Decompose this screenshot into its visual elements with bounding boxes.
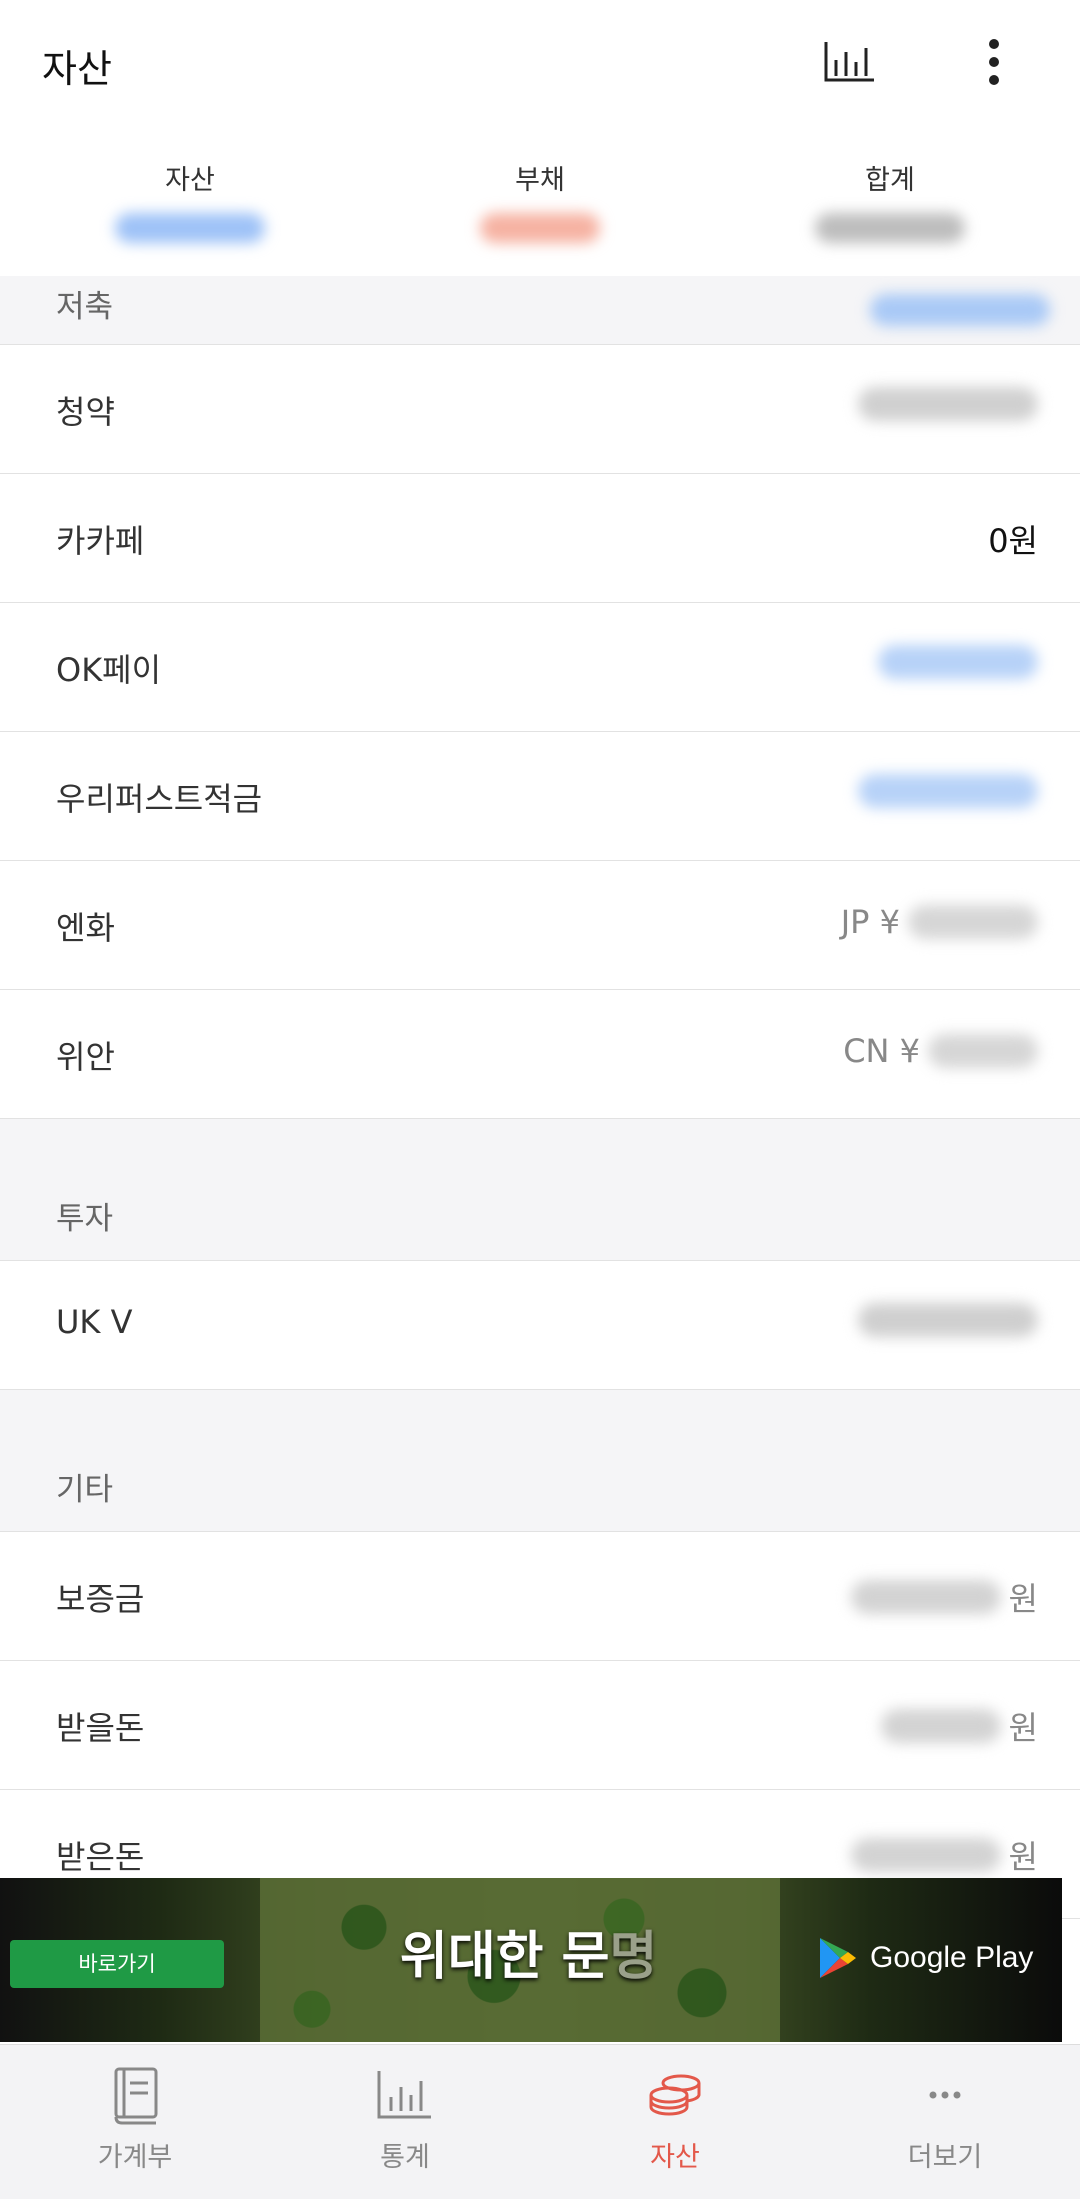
summary-liabilities: 부채 (360, 158, 720, 247)
summary-assets: 자산 (10, 158, 370, 247)
page-title: 자산 (42, 47, 112, 91)
account-name: 보증금 (56, 1580, 145, 1618)
nav-assets[interactable]: 자산 (575, 2065, 775, 2174)
more-vertical-icon[interactable] (972, 34, 1016, 90)
section-label: 저축 (56, 289, 114, 325)
nav-stats-label: 통계 (380, 2142, 430, 2173)
currency-prefix: JP ¥ (840, 903, 900, 941)
summary-total: 합계 (710, 158, 1070, 247)
bar-chart-icon (377, 2071, 431, 2119)
list-item-yuan[interactable]: 위안 CN ¥ (0, 990, 1080, 1119)
list-item-subscription[interactable]: 청약 (0, 345, 1080, 474)
nav-more[interactable]: 더보기 (845, 2065, 1045, 2174)
account-amount: 0원 (988, 522, 1038, 560)
amount-redacted (858, 387, 1038, 421)
currency-suffix: 원 (1008, 1709, 1038, 1747)
account-name: 위안 (56, 1038, 115, 1076)
ad-banner[interactable]: 바로가기 위대한 문명 Google Play (0, 1878, 1062, 2042)
summary-assets-value-redacted (115, 213, 265, 243)
ad-headline: 위대한 문명 (400, 1914, 657, 1989)
section-header-other[interactable]: 기타 (0, 1390, 1080, 1532)
top-app-bar: 자산 (0, 0, 1080, 125)
list-item-okpay[interactable]: OK페이 (0, 603, 1080, 732)
nav-stats[interactable]: 통계 (305, 2065, 505, 2174)
nav-ledger-label: 가계부 (97, 2142, 173, 2173)
summary-liabilities-value-redacted (480, 213, 600, 243)
currency-suffix: 원 (1008, 1580, 1038, 1618)
amount-redacted (858, 1303, 1038, 1337)
ad-headline-part-a: 위대한 문 (400, 1927, 610, 1987)
section-header-investment[interactable]: 투자 (0, 1119, 1080, 1261)
account-name: UK V (56, 1303, 133, 1341)
list-item-woori[interactable]: 우리퍼스트적금 (0, 732, 1080, 861)
coins-icon (649, 2074, 701, 2116)
summary-liabilities-label: 부채 (515, 165, 565, 196)
ad-headline-part-b: 명 (609, 1927, 658, 1987)
account-name: 엔화 (56, 909, 115, 947)
account-name: 우리퍼스트적금 (56, 780, 263, 818)
currency-prefix: CN ¥ (843, 1032, 920, 1070)
account-name: 청약 (56, 393, 115, 431)
ad-cta-button[interactable]: 바로가기 (10, 1940, 224, 1988)
amount-redacted (858, 774, 1038, 808)
nav-ledger[interactable]: 가계부 (35, 2065, 235, 2174)
summary-assets-label: 자산 (165, 165, 215, 196)
asset-list: 저축 청약 카카페 0원 OK페이 우리퍼스트적금 엔화 JP ¥ 위안 CN … (0, 276, 1080, 1919)
list-item-kakaopay[interactable]: 카카페 0원 (0, 474, 1080, 603)
google-play-icon (820, 1938, 856, 1978)
section-header-savings[interactable]: 저축 (0, 276, 1080, 345)
bar-chart-icon[interactable] (822, 38, 878, 86)
section-label: 기타 (56, 1472, 114, 1508)
google-play-badge[interactable]: Google Play (818, 1936, 1033, 1980)
nav-more-label: 더보기 (907, 2142, 983, 2173)
amount-redacted (850, 1580, 1001, 1614)
more-horizontal-icon (929, 2091, 961, 2099)
summary-total-label: 합계 (865, 165, 915, 196)
nav-assets-label: 자산 (650, 2142, 700, 2173)
section-total-redacted (870, 294, 1050, 326)
section-label: 투자 (56, 1201, 114, 1237)
amount-redacted (908, 905, 1038, 939)
bottom-navigation: 가계부 통계 자산 더보기 (0, 2044, 1080, 2199)
account-name: OK페이 (56, 651, 162, 689)
google-play-label: Google Play (870, 1941, 1034, 1974)
amount-redacted (850, 1838, 1001, 1872)
list-item-deposit[interactable]: 보증금 원 (0, 1532, 1080, 1661)
list-item-yen[interactable]: 엔화 JP ¥ (0, 861, 1080, 990)
account-name: 받은돈 (56, 1838, 145, 1876)
summary-total-value-redacted (815, 213, 965, 243)
asset-summary: 자산 부채 합계 (0, 124, 1080, 277)
account-name: 받을돈 (56, 1709, 145, 1747)
list-item-receivable[interactable]: 받을돈 원 (0, 1661, 1080, 1790)
amount-redacted (880, 1709, 1001, 1743)
currency-suffix: 원 (1008, 1838, 1038, 1876)
amount-redacted (928, 1034, 1038, 1068)
list-item-ukv[interactable]: UK V (0, 1261, 1080, 1390)
account-name: 카카페 (56, 522, 145, 560)
book-icon (114, 2067, 158, 2125)
amount-redacted (878, 645, 1038, 679)
